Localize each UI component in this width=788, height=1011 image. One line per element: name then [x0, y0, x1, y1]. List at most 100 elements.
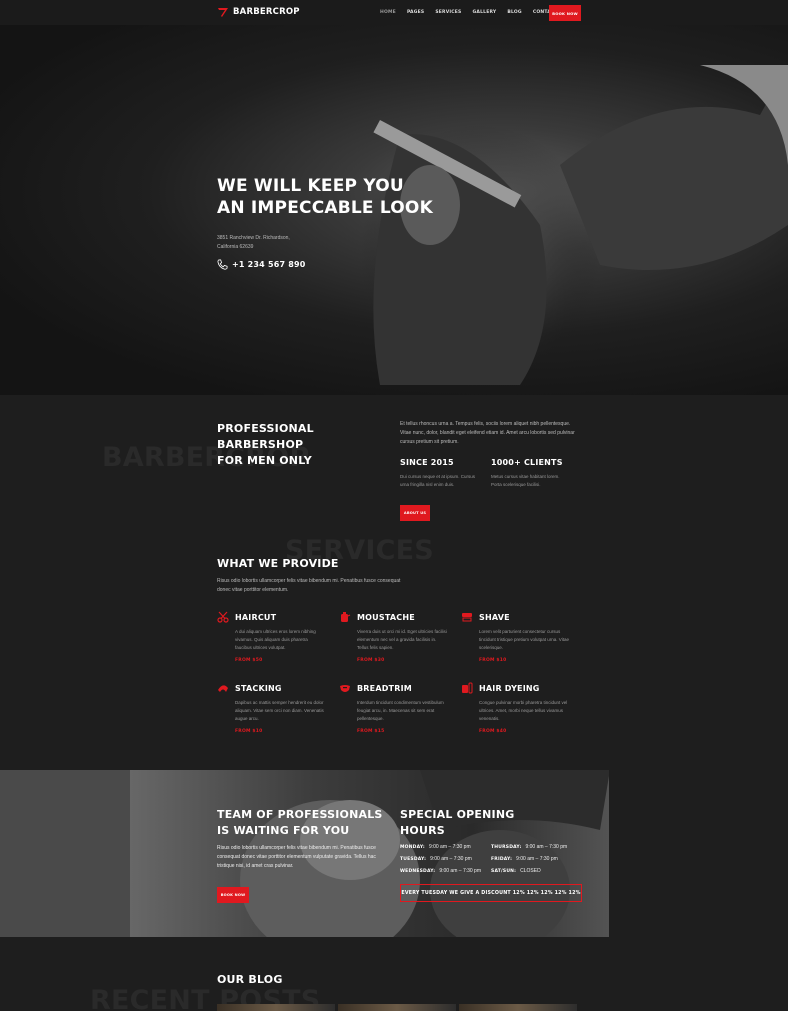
menu-item-blog[interactable]: BLOG	[507, 10, 521, 15]
comb-icon	[218, 685, 228, 692]
menu-item-pages[interactable]: PAGES	[407, 10, 424, 15]
service-price: FROM $15	[357, 729, 385, 734]
hours-time: 9:00 am – 7:30 pm	[516, 856, 558, 862]
hours-day: FRIDAY:	[491, 857, 513, 862]
hero-title-line1: WE WILL KEEP YOU	[217, 176, 404, 196]
hero-title: WE WILL KEEP YOU AN IMPECCABLE LOOK	[217, 175, 433, 219]
service-name: HAIRCUT	[235, 612, 277, 622]
about-text: Et tellus rhoncus urna a. Tempus felis, …	[400, 421, 575, 445]
hours-title-line2: HOURS	[400, 824, 445, 837]
blog-title: OUR BLOG	[217, 973, 283, 986]
service-name: BREADTRIM	[357, 683, 412, 693]
razor-logo-icon	[218, 8, 228, 17]
menu-item-services[interactable]: SERVICES	[435, 10, 461, 15]
hours-day: WEDNESDAY:	[400, 869, 436, 874]
main-menu: HOME PAGES SERVICES GALLERY BLOG CONTACT…	[380, 10, 572, 15]
phone-number: +1 234 567 890	[232, 260, 306, 269]
service-breadtrim[interactable]: BREADTRIM Interdum tincidunt condimentum…	[339, 682, 449, 734]
address-line1: 3851 Ranchview Dr. Richardson,	[217, 235, 290, 241]
service-description: Dapibus ac mattis semper hendrerit eu do…	[235, 700, 324, 721]
services-subtitle: Risus odio lobortis ullamcorper felis vi…	[217, 578, 401, 593]
hours-day: TUESDAY:	[400, 857, 427, 862]
hero-title-line2: AN IMPECCABLE LOOK	[217, 198, 433, 218]
stat-title: SINCE 2015	[400, 458, 454, 467]
scissors-icon	[217, 611, 229, 623]
service-price: FROM $50	[235, 658, 263, 663]
top-navbar: BARBERCROP HOME PAGES SERVICES GALLERY B…	[0, 0, 788, 25]
hours-time: 9:00 am – 7:30 pm	[428, 844, 471, 850]
about-title: PROFESSIONAL BARBERSHOP FOR MEN ONLY	[217, 421, 387, 469]
brand-name: BARBERCROP	[233, 7, 300, 17]
hours-row-wednesday: WEDNESDAY: 9:00 am – 7:30 pm	[400, 868, 481, 874]
service-shave[interactable]: SHAVE Lorem velit parturient consectetur…	[461, 611, 571, 663]
service-name: MOUSTACHE	[357, 612, 415, 622]
menu-item-home[interactable]: HOME	[380, 10, 396, 15]
team-book-now-button[interactable]: BOOK NOW	[217, 887, 249, 903]
stat-title: 1000+ CLIENTS	[491, 458, 563, 467]
team-background-photo	[0, 770, 788, 937]
hours-row-friday: FRIDAY: 9:00 am – 7:30 pm	[491, 856, 558, 862]
service-hair-dyeing[interactable]: HAIR DYEING Congue pulvinar morbi pharet…	[461, 682, 571, 734]
blog-post-image[interactable]	[217, 1004, 335, 1011]
service-price: FROM $40	[479, 729, 507, 734]
hero-section: WE WILL KEEP YOU AN IMPECCABLE LOOK 3851…	[0, 25, 788, 395]
hours-row-monday: MONDAY: 9:00 am – 7:30 pm	[400, 844, 471, 850]
team-title-line2: IS WAITING FOR YOU	[217, 824, 350, 837]
hours-time: 9:00 am – 7:30 pm	[430, 856, 472, 862]
service-name: STACKING	[235, 683, 282, 693]
dye-icon	[462, 682, 473, 694]
hours-day: MONDAY:	[400, 845, 425, 850]
service-name: SHAVE	[479, 612, 510, 622]
hours-day: SAT/SUN:	[491, 869, 517, 874]
service-price: FROM $10	[479, 658, 507, 663]
hours-title: SPECIAL OPENING HOURS	[400, 807, 514, 839]
hours-row-weekend: SAT/SUN: CLOSED	[491, 868, 541, 874]
team-title-line1: TEAM OF PROFESSIONALS	[217, 808, 383, 821]
service-haircut[interactable]: HAIRCUT A dui aliquam ultrices eros lore…	[217, 611, 327, 663]
service-description: Lorem velit parturient consectetur cursu…	[479, 629, 569, 650]
team-hours-section: TEAM OF PROFESSIONALS IS WAITING FOR YOU…	[0, 770, 788, 937]
stat-text: Dui cursus neque et at ipsum. Cursus urn…	[400, 474, 476, 487]
services-section: SERVICES WHAT WE PROVIDE Risus odio lobo…	[0, 535, 788, 770]
team-text: Risus odio lobortis ullamcorper felis vi…	[217, 845, 376, 869]
about-title-line2: FOR MEN ONLY	[217, 454, 312, 467]
blog-post-image[interactable]	[338, 1004, 456, 1011]
hours-time: 9:00 am – 7:30 pm	[439, 868, 482, 874]
moustache-icon	[341, 612, 351, 622]
service-description: Viverra duis ut orci mi id. Eget ultrici…	[357, 629, 447, 650]
hours-title-line1: SPECIAL OPENING	[400, 808, 515, 821]
hours-time: CLOSED	[520, 868, 541, 874]
brand-logo[interactable]: BARBERCROP	[217, 6, 300, 18]
address-line2: California 62639	[217, 244, 254, 250]
beard-icon	[340, 685, 350, 692]
service-name: HAIR DYEING	[479, 683, 540, 693]
blog-post-image[interactable]	[459, 1004, 577, 1011]
blog-post-images	[217, 1004, 580, 1011]
stat-text: Metus cursus vitae habitant lorem. Porta…	[491, 474, 560, 487]
hours-row-thursday: THURSDAY: 9:00 am – 7:30 pm	[491, 844, 567, 850]
service-moustache[interactable]: MOUSTACHE Viverra duis ut orci mi id. Eg…	[339, 611, 449, 663]
hours-day: THURSDAY:	[491, 845, 522, 850]
hours-row-tuesday: TUESDAY: 9:00 am – 7:30 pm	[400, 856, 472, 862]
hero-address: 3851 Ranchview Dr. Richardson, Californi…	[217, 234, 317, 252]
hours-time: 9:00 am – 7:30 pm	[525, 844, 568, 850]
stat-clients: 1000+ CLIENTS Metus cursus vitae habitan…	[491, 458, 571, 489]
team-title: TEAM OF PROFESSIONALS IS WAITING FOR YOU	[217, 807, 383, 839]
about-section: BARBERCROP PROFESSIONAL BARBERSHOP FOR M…	[0, 395, 788, 535]
menu-item-gallery[interactable]: GALLERY	[473, 10, 497, 15]
about-title-line1: PROFESSIONAL BARBERSHOP	[217, 422, 314, 451]
stat-since: SINCE 2015 Dui cursus neque et at ipsum.…	[400, 458, 480, 489]
service-stacking[interactable]: STACKING Dapibus ac mattis semper hendre…	[217, 682, 327, 734]
blog-section: RECENT POSTS OUR BLOG	[0, 937, 788, 1011]
service-description: Congue pulvinar morbi pharetra tincidunt…	[479, 700, 568, 721]
discount-banner: EVERY TUESDAY WE GIVE A DISCOUNT 12% 12%…	[400, 884, 582, 902]
phone-icon	[217, 259, 228, 270]
service-price: FROM $10	[235, 729, 263, 734]
service-description: A dui aliquam ultrices eros lorem nibhin…	[235, 629, 316, 650]
services-title: WHAT WE PROVIDE	[217, 557, 339, 570]
about-us-button[interactable]: ABOUT US	[400, 505, 430, 521]
hero-phone[interactable]: +1 234 567 890	[217, 259, 306, 270]
service-price: FROM $30	[357, 658, 385, 663]
book-now-button[interactable]: BOOK NOW	[549, 5, 581, 21]
razor-icon	[462, 613, 472, 622]
